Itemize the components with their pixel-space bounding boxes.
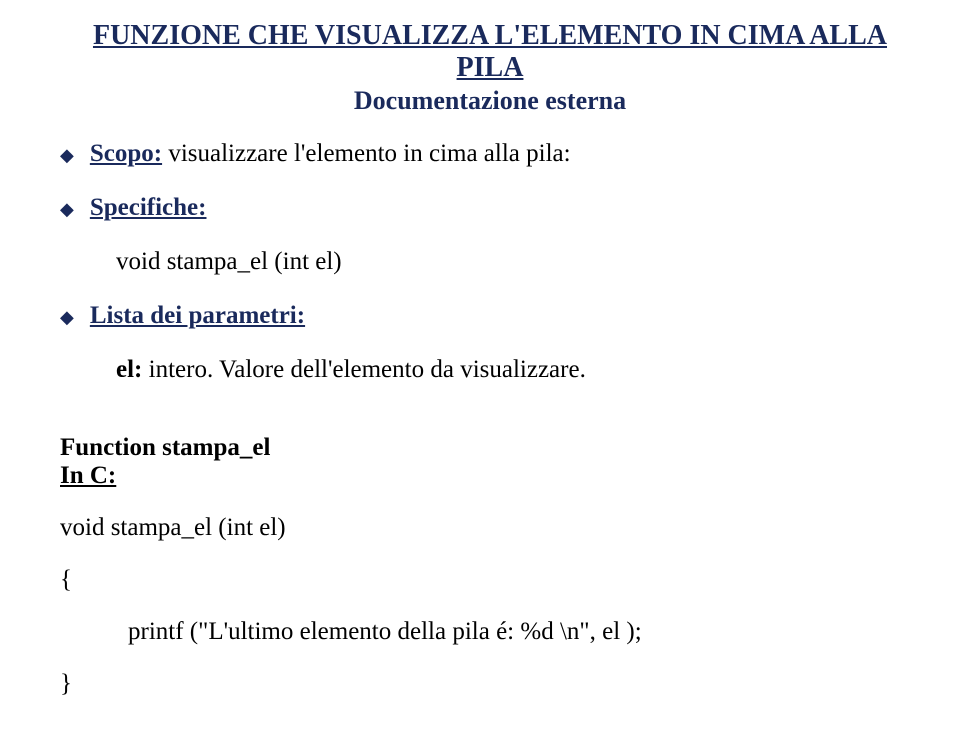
- code-signature: void stampa_el (int el): [60, 514, 920, 542]
- in-c-label: In C:: [60, 462, 920, 490]
- parametri-item: el: intero. Valore dell'elemento da visu…: [116, 356, 920, 384]
- section-scopo: ◆ Scopo: visualizzare l'elemento in cima…: [60, 140, 920, 168]
- param-name: el:: [116, 356, 149, 383]
- scopo-label: Scopo:: [90, 140, 162, 167]
- function-name: Function stampa_el: [60, 434, 920, 462]
- code-open-brace: {: [60, 566, 920, 594]
- page-title: FUNZIONE CHE VISUALIZZA L'ELEMENTO IN CI…: [60, 20, 920, 84]
- diamond-icon: ◆: [60, 199, 74, 220]
- diamond-icon: ◆: [60, 307, 74, 328]
- scopo-line: Scopo: visualizzare l'elemento in cima a…: [90, 140, 571, 168]
- page-subtitle: Documentazione esterna: [60, 86, 920, 116]
- specifiche-label: Specifiche:: [90, 194, 207, 222]
- diamond-icon: ◆: [60, 145, 74, 166]
- specifiche-body: void stampa_el (int el): [116, 248, 920, 276]
- scopo-text: visualizzare l'elemento in cima alla pil…: [162, 140, 571, 167]
- section-parametri: ◆ Lista dei parametri:: [60, 302, 920, 330]
- code-printf: printf ("L'ultimo elemento della pila é:…: [128, 618, 920, 646]
- section-specifiche: ◆ Specifiche:: [60, 194, 920, 222]
- code-close-brace: }: [60, 670, 920, 698]
- param-desc: intero. Valore dell'elemento da visualiz…: [149, 356, 586, 383]
- parametri-label: Lista dei parametri:: [90, 302, 305, 330]
- function-block-header: Function stampa_el In C:: [60, 434, 920, 490]
